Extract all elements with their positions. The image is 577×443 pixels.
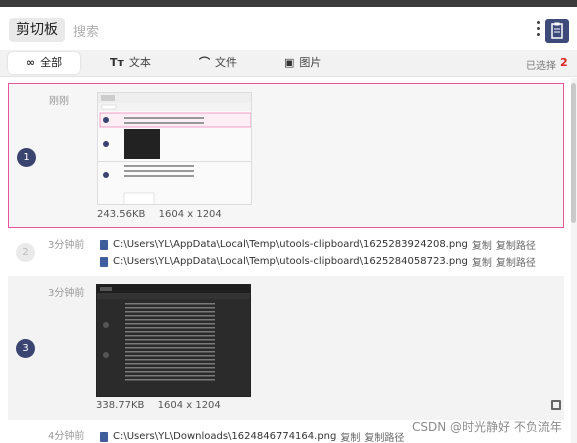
- item-index-badge[interactable]: 3: [16, 339, 35, 358]
- image-dimensions: 1604 x 1204: [157, 400, 221, 411]
- image-meta: 243.56KB 1604 x 1204: [97, 209, 232, 220]
- item-time: 3分钟前: [48, 240, 85, 251]
- copy-path-link[interactable]: 复制路径: [364, 429, 404, 443]
- infinity-icon: ∞: [25, 56, 36, 69]
- list-item[interactable]: 3分钟前 3 338.77KB 1604 x 1204: [8, 276, 564, 420]
- file-path: C:\Users\YL\AppData\Local\Temp\utools-cl…: [113, 256, 468, 267]
- app-title[interactable]: 剪切板: [9, 18, 65, 42]
- text-icon: Tт: [110, 56, 124, 69]
- list-item[interactable]: 刚刚 1 243.56KB 1604 x 1204: [8, 83, 564, 228]
- item-time: 4分钟前: [48, 431, 85, 442]
- tab-text[interactable]: Tт 文本: [110, 52, 151, 74]
- tab-file[interactable]: ⌒ 文件: [199, 52, 237, 74]
- image-size: 243.56KB: [97, 209, 146, 220]
- selected-label: 已选择: [526, 61, 556, 72]
- file-row: C:\Users\YL\AppData\Local\Temp\utools-cl…: [100, 254, 536, 269]
- file-path: C:\Users\YL\AppData\Local\Temp\utools-cl…: [113, 239, 468, 250]
- copy-link[interactable]: 复制: [472, 254, 492, 269]
- file-row: C:\Users\YL\Downloads\1624846774164.png …: [100, 429, 404, 443]
- copy-link[interactable]: 复制: [472, 237, 492, 252]
- window-top-bar: [0, 0, 577, 7]
- paperclip-icon: ⌒: [199, 56, 210, 69]
- scrollbar-thumb[interactable]: [571, 83, 576, 223]
- item-index-badge[interactable]: 2: [16, 243, 35, 262]
- file-row: C:\Users\YL\AppData\Local\Temp\utools-cl…: [100, 237, 536, 252]
- file-icon: [100, 239, 108, 250]
- image-thumbnail: [97, 92, 252, 205]
- image-dimensions: 1604 x 1204: [158, 209, 222, 220]
- copy-link[interactable]: 复制: [340, 429, 360, 443]
- copy-path-link[interactable]: 复制路径: [496, 254, 536, 269]
- item-time: 3分钟前: [48, 288, 85, 299]
- list-item[interactable]: 3分钟前 2 C:\Users\YL\AppData\Local\Temp\ut…: [8, 231, 564, 273]
- image-meta: 338.77KB 1604 x 1204: [96, 400, 231, 411]
- selected-count: 2: [560, 56, 568, 69]
- copy-path-link[interactable]: 复制路径: [496, 237, 536, 252]
- header: 剪切板 搜索: [0, 7, 577, 50]
- item-index-badge[interactable]: 1: [17, 148, 36, 167]
- image-icon: ▣: [284, 56, 295, 69]
- clipboard-list: 刚刚 1 243.56KB 1604 x 1204 3分钟前 2 C:\User…: [0, 78, 570, 443]
- image-size: 338.77KB: [96, 400, 145, 411]
- copy-icon[interactable]: [551, 400, 561, 410]
- more-icon[interactable]: [535, 19, 541, 41]
- tab-all[interactable]: ∞ 全部: [8, 52, 80, 74]
- filter-tabs: ∞ 全部 Tт 文本 ⌒ 文件 ▣ 图片: [0, 50, 577, 77]
- file-path: C:\Users\YL\Downloads\1624846774164.png: [113, 431, 337, 442]
- watermark: CSDN @时光静好 不负流年: [412, 420, 562, 434]
- search-input[interactable]: 搜索: [73, 21, 99, 40]
- tab-image[interactable]: ▣ 图片: [284, 52, 321, 74]
- file-icon: [100, 256, 108, 267]
- clipboard-app-icon[interactable]: [545, 19, 569, 43]
- image-thumbnail: [96, 284, 251, 397]
- file-icon: [100, 431, 108, 442]
- item-time: 刚刚: [49, 96, 69, 107]
